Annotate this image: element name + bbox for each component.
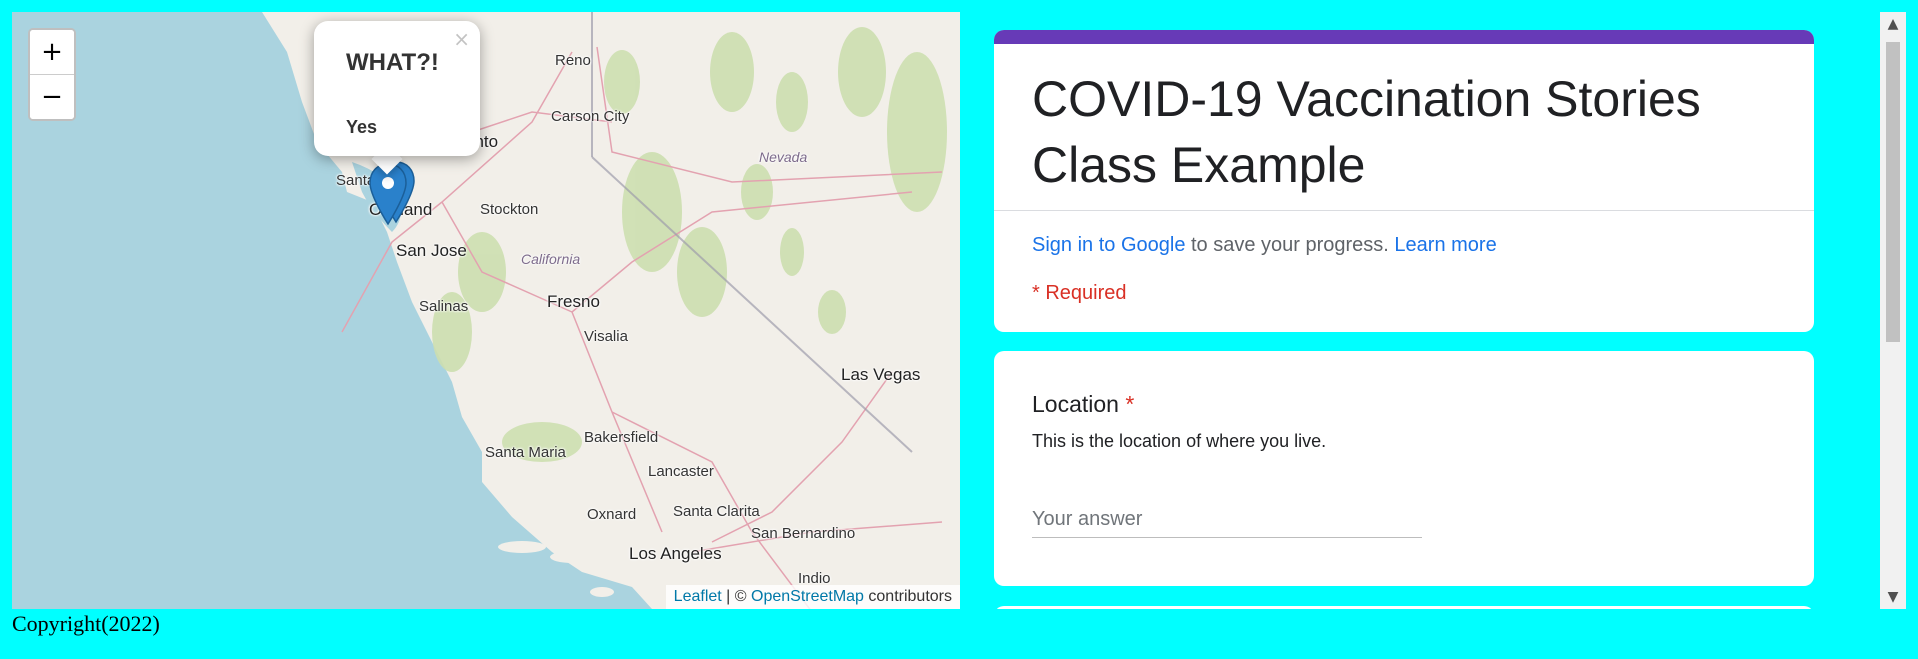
divider [994,210,1814,211]
leaflet-link[interactable]: Leaflet [674,588,722,605]
signin-link[interactable]: Sign in to Google [1032,234,1185,256]
map-tiles[interactable] [12,12,960,609]
map-popup: × WHAT?! Yes [314,21,480,156]
zoom-out-button[interactable]: − [30,74,74,119]
popup-close-icon[interactable]: × [453,27,470,51]
required-note: * Required [1032,282,1127,304]
openstreetmap-link[interactable]: OpenStreetMap [751,588,864,605]
place-label: Lancaster [648,463,714,480]
place-label: Los Angeles [629,544,722,563]
attribution-suffix: contributors [863,588,952,605]
place-label: Santa Clarita [673,503,760,520]
question-card: Location * This is the location of where… [994,351,1814,586]
form-title: COVID-19 Vaccination Stories Class Examp… [1032,71,1701,193]
place-label: Oxnard [587,506,637,523]
place-label: Fresno [547,292,600,311]
google-form-embed[interactable]: COVID-19 Vaccination Stories Class Examp… [982,12,1898,609]
question-label: Location * [1032,391,1134,418]
place-label: Visalia [584,328,628,345]
form-header-card: COVID-19 Vaccination Stories Class Examp… [994,30,1814,332]
scroll-down-icon[interactable]: ▼ [1880,585,1906,609]
place-label: Bakersfield [584,429,659,446]
question-title: Location [1032,391,1119,417]
signin-line: Sign in to Google to save your progress.… [1032,234,1497,257]
leaflet-map[interactable]: Reno Carson City ento Nevada Santa Oakla… [12,12,960,609]
place-label: California [521,251,581,267]
place-label: Las Vegas [841,365,921,384]
zoom-control: + − [28,28,76,121]
place-label: San Bernardino [751,525,856,542]
place-label: Reno [555,52,591,69]
form-scrollbar[interactable]: ▲ ▼ [1880,12,1906,609]
location-answer-input[interactable] [1032,501,1422,538]
attribution-separator: | © [721,588,751,605]
place-label: Santa Maria [485,444,566,461]
question-description: This is the location of where you live. [1032,431,1327,451]
copyright-text: Copyright(2022) [12,611,160,636]
popup-body: Yes [346,117,378,137]
signin-text: to save your progress. [1185,234,1395,256]
required-star: * [1118,391,1135,417]
map-attribution: Leaflet | © OpenStreetMap contributors [665,585,960,609]
place-label: Salinas [419,298,469,315]
zoom-in-button[interactable]: + [30,30,74,74]
place-label: Carson City [551,108,630,125]
scroll-up-icon[interactable]: ▲ [1880,12,1906,36]
next-question-card [994,606,1814,609]
popup-title: WHAT?! [346,49,439,76]
place-label: San Jose [396,241,467,260]
place-label: Nevada [759,149,808,165]
form-accent-bar [994,30,1814,44]
place-label: Stockton [480,201,539,218]
learn-more-link[interactable]: Learn more [1394,234,1496,256]
scroll-thumb[interactable] [1886,42,1900,342]
